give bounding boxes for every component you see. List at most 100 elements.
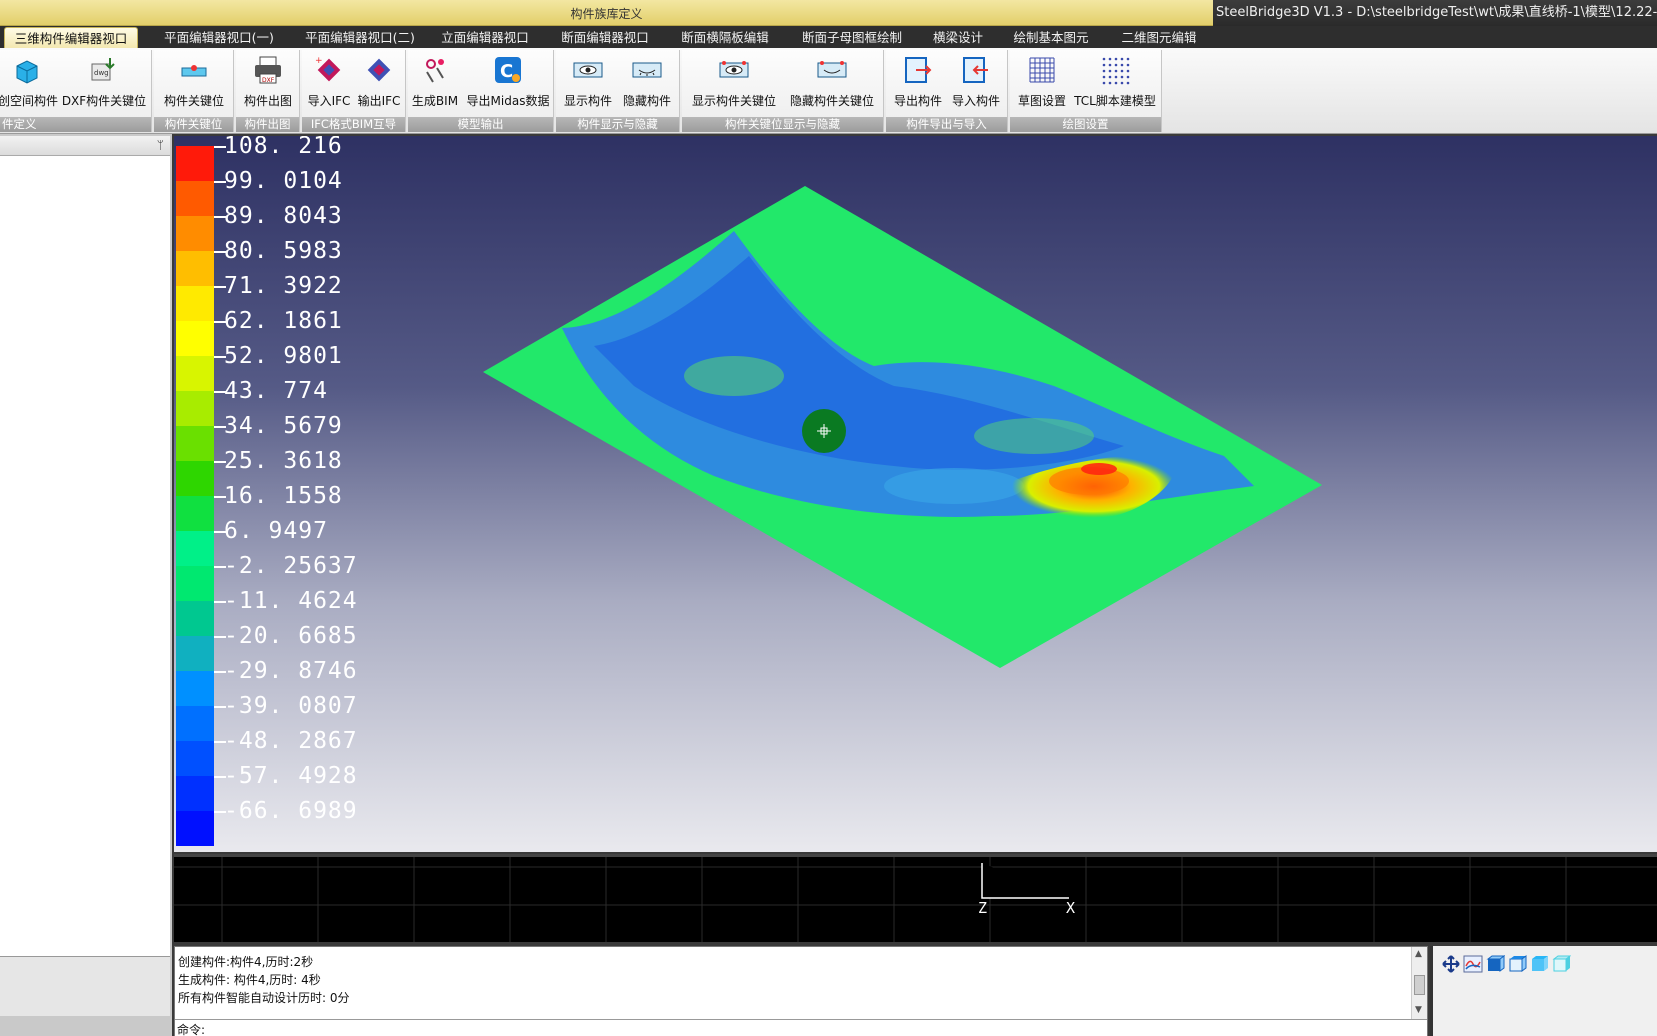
dxf-keypoint-button[interactable]: dwg DXF构件关键位 xyxy=(60,54,148,112)
import-ifc-button[interactable]: + 导入IFC xyxy=(306,54,352,112)
ifc-import-icon: + xyxy=(315,56,341,82)
legend-swatch xyxy=(176,461,214,496)
hide-component-button[interactable]: 隐藏构件 xyxy=(618,54,676,112)
button-label: 导出构件 xyxy=(893,94,942,108)
legend-value: -57. 4928 xyxy=(224,763,358,789)
ribbon-group-component-def: 创空间构件 dwg DXF构件关键位 件定义 xyxy=(0,50,152,132)
view-side-icon[interactable] xyxy=(1551,954,1572,974)
command-input[interactable] xyxy=(211,1021,1411,1035)
legend-swatch xyxy=(176,496,214,531)
legend-swatch xyxy=(176,776,214,811)
component-keypoint-button[interactable]: 构件关键位 xyxy=(158,54,230,112)
legend-swatch xyxy=(176,286,214,321)
export-midas-button[interactable]: C 导出Midas数据 xyxy=(464,54,552,112)
generate-bim-button[interactable]: 生成BIM xyxy=(410,54,460,112)
scroll-thumb[interactable] xyxy=(1414,975,1425,995)
svg-text:C: C xyxy=(500,61,513,82)
legend-value: 71. 3922 xyxy=(224,273,343,299)
tcl-script-button[interactable]: TCL脚本建模型 xyxy=(1072,54,1158,112)
curve-icon[interactable] xyxy=(1463,954,1483,974)
group-label: 件定义 xyxy=(0,117,151,132)
show-keypoint-icon xyxy=(719,61,749,78)
3d-viewport[interactable]: 108. 216 99. 0104 89. 8043 80. 5983 71. 3922… xyxy=(174,136,1657,852)
printer-icon: DXF xyxy=(255,56,281,84)
tab-elevation-editor[interactable]: 立面编辑器视口 xyxy=(434,27,536,48)
left-panel: ᛘ xyxy=(0,134,172,1036)
pan-icon[interactable] xyxy=(1441,954,1461,974)
button-label: DXF构件关键位 xyxy=(61,94,147,108)
dxf-import-icon: dwg xyxy=(91,58,115,81)
legend-swatch xyxy=(176,181,214,216)
log-line: 生成构件: 构件4,历时: 4秒 xyxy=(178,973,321,987)
group-label: 构件关键位 xyxy=(154,117,233,132)
ribbon-group-model-output: 生成BIM C 导出Midas数据 模型输出 xyxy=(408,50,554,132)
legend-swatch xyxy=(176,671,214,706)
tab-2d-edit[interactable]: 二维图元编辑 xyxy=(1114,27,1204,48)
button-label: 输出IFC xyxy=(357,94,401,108)
hide-keypoint-button[interactable]: 隐藏构件关键位 xyxy=(784,54,880,112)
group-label: 构件显示与隐藏 xyxy=(556,117,679,132)
legend-value: 6. 9497 xyxy=(224,518,328,544)
legend-swatch xyxy=(176,566,214,601)
tab-frame-draw[interactable]: 断面子母图框绘制 xyxy=(794,27,910,48)
view-front-icon[interactable] xyxy=(1485,954,1506,974)
group-label: 构件关键位显示与隐藏 xyxy=(682,117,883,132)
sketch-settings-button[interactable]: 草图设置 xyxy=(1014,54,1070,112)
ribbon-tab-bar: 三维构件编辑器视口 平面编辑器视口(一) 平面编辑器视口(二) 立面编辑器视口 … xyxy=(0,26,1657,48)
group-label: 构件导出与导入 xyxy=(886,117,1007,132)
legend-value: 25. 3618 xyxy=(224,448,343,474)
button-label: 构件关键位 xyxy=(163,94,224,108)
tab-diaphragm-edit[interactable]: 断面横隔板编辑 xyxy=(674,27,776,48)
import-component-button[interactable]: 导入构件 xyxy=(948,54,1004,112)
bim-icon xyxy=(426,59,444,83)
component-tree[interactable] xyxy=(0,156,170,956)
button-label: 显示构件关键位 xyxy=(691,94,776,108)
create-space-component-button[interactable]: 创空间构件 xyxy=(0,54,58,112)
button-label: 草图设置 xyxy=(1017,94,1066,108)
ribbon-group-keypoint-show-hide: 显示构件关键位 隐藏构件关键位 构件关键位显示与隐藏 xyxy=(682,50,884,132)
legend-swatch xyxy=(176,811,214,846)
scroll-down-icon[interactable]: ▼ xyxy=(1415,1005,1422,1015)
tab-plan-editor-2[interactable]: 平面编辑器视口(二) xyxy=(296,27,424,48)
log-scrollbar[interactable]: ▲ ▼ xyxy=(1411,947,1427,1019)
command-area: 创建构件:构件4,历时:2秒 生成构件: 构件4,历时: 4秒 所有构件智能自动… xyxy=(174,946,1428,1036)
legend-swatch xyxy=(176,741,214,776)
group-label: IFC格式BIM互导 xyxy=(302,117,405,132)
scroll-up-icon[interactable]: ▲ xyxy=(1415,949,1422,959)
legend-value: -29. 8746 xyxy=(224,658,358,684)
tab-draw-primitives[interactable]: 绘制基本图元 xyxy=(1006,27,1096,48)
pin-icon[interactable]: ᛘ xyxy=(157,138,164,152)
show-keypoint-button[interactable]: 显示构件关键位 xyxy=(688,54,780,112)
command-line: 命令: xyxy=(175,1019,1427,1036)
tab-section-editor[interactable]: 断面编辑器视口 xyxy=(554,27,656,48)
legend-value: 34. 5679 xyxy=(224,413,343,439)
legend-value: 52. 9801 xyxy=(224,343,343,369)
box-icon xyxy=(16,60,38,84)
axis-z-label: Z xyxy=(978,899,988,917)
tab-crossbeam-design[interactable]: 横梁设计 xyxy=(926,27,990,48)
hide-keypoint-icon xyxy=(817,61,847,78)
show-component-button[interactable]: 显示构件 xyxy=(560,54,616,112)
legend-value: -11. 4624 xyxy=(224,588,358,614)
component-drawing-button[interactable]: DXF 构件出图 xyxy=(238,54,298,112)
tab-plan-editor-1[interactable]: 平面编辑器视口(一) xyxy=(155,27,283,48)
ribbon-group-keypoint: 构件关键位 构件关键位 xyxy=(154,50,234,132)
app-title: SteelBridge3D V1.3 - D:\steelbridgeTest\… xyxy=(1216,5,1657,20)
legend-swatch xyxy=(176,391,214,426)
group-label: 模型输出 xyxy=(408,117,553,132)
svg-text:dwg: dwg xyxy=(94,69,109,77)
ribbon-group-drawing: DXF 构件出图 构件出图 xyxy=(236,50,300,132)
legend-value: 89. 8043 xyxy=(224,203,343,229)
legend-value: 62. 1861 xyxy=(224,308,343,334)
legend-swatch xyxy=(176,601,214,636)
export-component-button[interactable]: 导出构件 xyxy=(890,54,946,112)
axis-grid xyxy=(174,857,1657,942)
color-legend-bar xyxy=(176,146,214,846)
tab-3d-editor[interactable]: 三维构件编辑器视口 xyxy=(4,27,138,48)
view-top-icon[interactable] xyxy=(1529,954,1549,974)
button-label: 隐藏构件 xyxy=(622,94,671,108)
view-iso-icon[interactable] xyxy=(1507,954,1527,974)
export-ifc-button[interactable]: 输出IFC xyxy=(356,54,402,112)
legend-swatch xyxy=(176,146,214,181)
left-panel-header: ᛘ xyxy=(0,136,170,156)
